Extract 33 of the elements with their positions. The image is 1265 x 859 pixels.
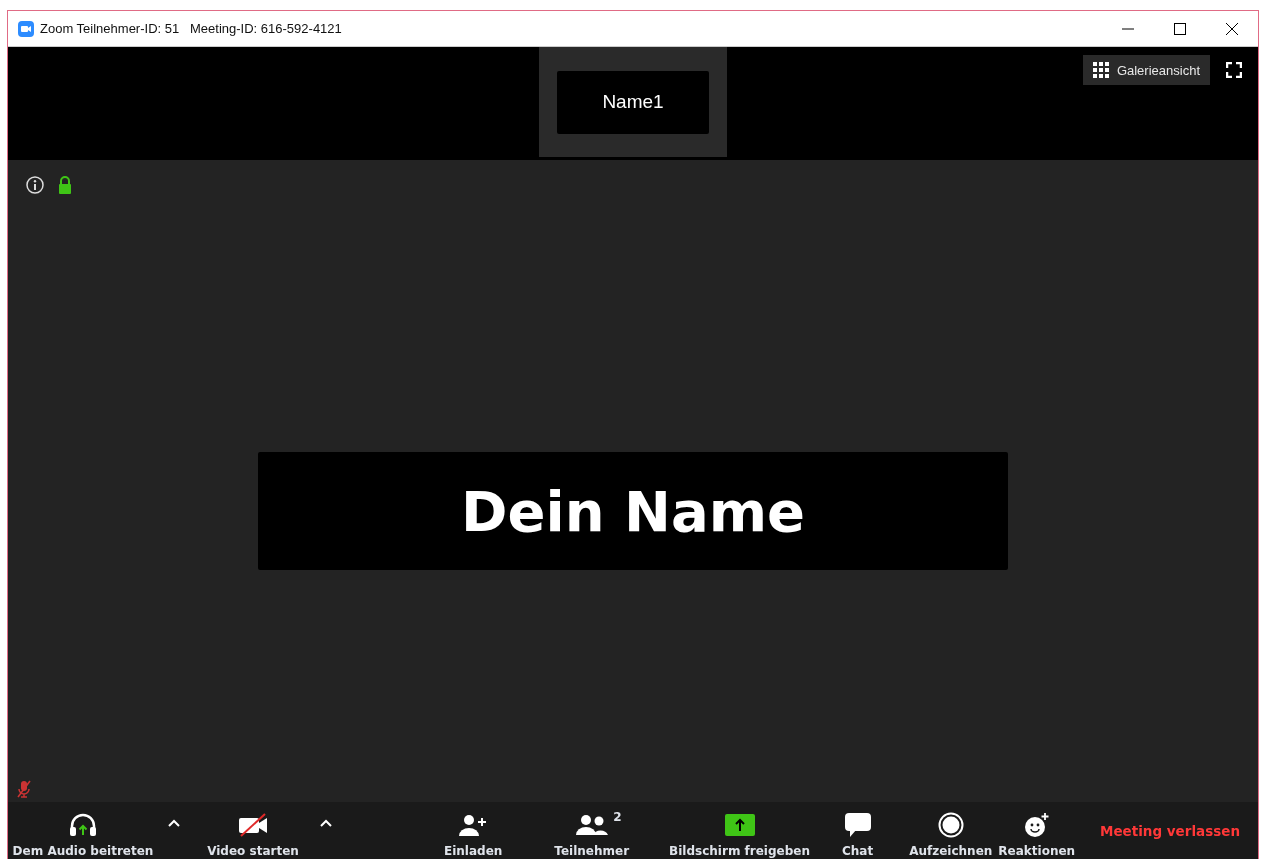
participant-name: Dein Name [258,452,1008,570]
toolbar-button[interactable]: Bildschirm freigeben [669,802,810,859]
headphones-icon [68,813,98,837]
maximize-icon[interactable] [1174,22,1186,35]
emoji-icon [1023,812,1050,838]
grid-icon [1092,62,1109,78]
share-screen-icon [724,814,755,836]
video-thumbnail[interactable]: Name1 [539,47,727,157]
gallery-view-button[interactable]: Galerieansicht [1082,55,1210,85]
toolbar-button[interactable]: Einladen [444,802,503,859]
video-off-icon [237,813,269,837]
add-person-icon [458,813,489,837]
toolbar-button[interactable]: Chat [841,802,874,859]
toolbar-button[interactable]: Aufzeichnen [909,802,993,859]
caret-icon [320,818,332,827]
lock-icon[interactable] [58,176,72,194]
close-icon[interactable] [1226,22,1238,35]
chat-icon [843,812,872,838]
record-icon [937,812,964,838]
fullscreen-icon[interactable] [1226,62,1242,78]
leave-meeting-button[interactable]: Meeting verlassen [1094,802,1246,859]
toolbar-button[interactable]: Dem Audio beitreten [8,802,158,859]
info-icon[interactable] [26,176,44,194]
toolbar-button[interactable]: 2 Teilnehmer [554,802,630,859]
participants-icon [575,813,608,837]
toolbar-button[interactable]: Reaktionen [998,802,1076,859]
muted-mic-icon [16,780,32,798]
caret-icon [168,818,180,827]
toolbar-button[interactable]: Video starten [198,802,308,859]
window-title: Zoom Teilnehmer-ID: 51 Meeting-ID: 616-592-4121 [40,21,342,36]
participant-name: Name1 [557,70,709,134]
participant-count: 2 [613,810,622,824]
camera-icon [18,20,34,37]
